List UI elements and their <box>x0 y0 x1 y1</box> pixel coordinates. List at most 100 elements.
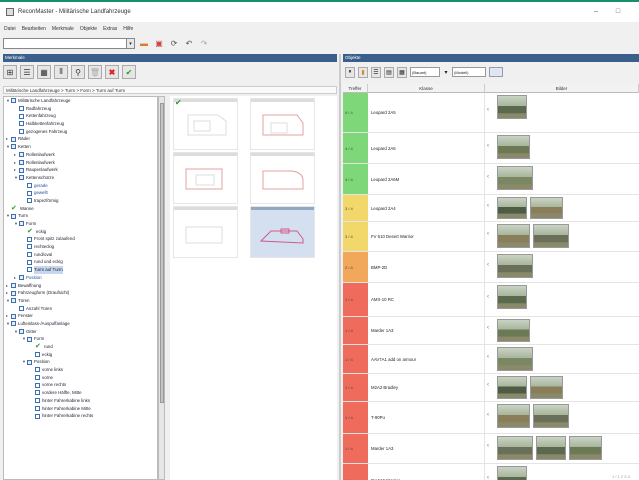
tree-item[interactable]: gerade <box>4 182 157 190</box>
menu-merkmale[interactable]: Merkmale <box>52 26 74 32</box>
vehicle-photo[interactable] <box>497 95 527 119</box>
grid-view-icon[interactable]: ▦ <box>37 65 51 79</box>
tree-item[interactable]: ▸ Position <box>4 274 157 282</box>
table-row[interactable]: 1 / 4 AMX-10 RC ‹ <box>343 283 639 317</box>
table-row[interactable]: 1 / 4 Marder 1A3 ‹ <box>343 434 639 464</box>
tree-item[interactable]: ▼ Türen <box>4 297 157 305</box>
table-icon[interactable]: ▦ <box>397 66 407 78</box>
column-treffer[interactable]: Treffer <box>343 84 368 93</box>
tree-item[interactable]: Turm auf Turm <box>4 266 157 274</box>
list-view-icon[interactable]: ☰ <box>20 65 34 79</box>
table-row[interactable]: 1 / 4FV 510 Warrior‹ <box>343 464 639 480</box>
vehicle-photo[interactable] <box>530 376 563 399</box>
chevron-left-icon[interactable]: ‹ <box>487 443 489 449</box>
filter-icon[interactable]: ▮ <box>358 66 368 78</box>
tree-item[interactable]: ▸ Räder <box>4 135 157 143</box>
vehicle-photo[interactable] <box>536 436 566 460</box>
chevron-left-icon[interactable]: ‹ <box>487 174 489 180</box>
undo-icon[interactable]: ↶ <box>183 37 195 49</box>
table-row[interactable]: 3 / 4 FV 510 Desert Warrior ‹ <box>343 222 639 252</box>
tree-item[interactable]: ▼ Position <box>4 358 157 366</box>
tree-item[interactable]: ▸ Rollenlaufwerk <box>4 159 157 167</box>
modell-select[interactable]: (Modell) <box>452 67 486 77</box>
chevron-down-icon[interactable]: ▾ <box>443 67 449 78</box>
tree-item[interactable]: rund und eckig <box>4 258 157 266</box>
shape-option[interactable] <box>250 206 315 258</box>
tree-item[interactable]: ▼ Kettenschürze <box>4 174 157 182</box>
table-row[interactable]: 3 / 4 Leopard 2A4 ‹ <box>343 195 639 222</box>
binoculars-icon[interactable]: ⚲ <box>71 65 85 79</box>
minimize-button[interactable]: – <box>590 8 602 16</box>
vehicle-photo[interactable] <box>530 197 563 219</box>
table-row[interactable]: 1 / 4 T-90Pu ‹ <box>343 402 639 434</box>
maximize-button[interactable]: □ <box>612 8 624 16</box>
refresh-icon[interactable]: ⟳ <box>168 37 180 49</box>
search-combo[interactable] <box>3 37 127 49</box>
vehicle-photo[interactable] <box>497 197 527 219</box>
tree-item[interactable]: ▼ Turm <box>4 212 157 220</box>
tree-item[interactable]: ✔ rund <box>4 343 157 351</box>
tree-item[interactable]: ▸ Raupenlaufwerk <box>4 166 157 174</box>
tree-item[interactable]: rund/oval <box>4 251 157 259</box>
tree-item[interactable]: ▸ Bewaffnung <box>4 282 157 290</box>
tree-item[interactable]: vordere Hälfte, Mitte <box>4 389 157 397</box>
tree-item[interactable]: Halbkettenfahrzeug <box>4 120 157 128</box>
vehicle-photo[interactable] <box>497 319 530 342</box>
shape-option[interactable]: ✔ <box>173 98 238 150</box>
tree-item[interactable]: ▼ Gitter <box>4 328 157 336</box>
shape-option[interactable] <box>250 152 315 204</box>
vehicle-photo[interactable] <box>497 285 527 309</box>
table-row[interactable]: 1 / 4 Marder 1A3 ‹ <box>343 317 639 345</box>
chevron-left-icon[interactable]: ‹ <box>487 294 489 300</box>
vehicle-photo[interactable] <box>533 224 569 248</box>
vehicle-photo[interactable] <box>497 436 533 460</box>
panel-splitter[interactable] <box>339 54 341 480</box>
tree-item[interactable]: Radfahrzeug <box>4 105 157 113</box>
list-icon[interactable]: ☰ <box>371 66 381 78</box>
vehicle-photo[interactable] <box>497 376 527 399</box>
tree-scrollbar[interactable] <box>158 96 165 480</box>
chevron-left-icon[interactable]: ‹ <box>487 412 489 418</box>
shape-option[interactable] <box>173 206 238 258</box>
table-row[interactable]: 2 / 4 BMP-2D ‹ <box>343 252 639 283</box>
shape-option[interactable] <box>173 152 238 204</box>
tree-item[interactable]: hinter Fahrerkabine rechts <box>4 412 157 420</box>
tree-item[interactable]: Front spitz zulaufend <box>4 235 157 243</box>
chevron-down-icon[interactable]: ▾ <box>127 37 135 49</box>
chevron-left-icon[interactable]: ‹ <box>487 325 489 331</box>
tree-item[interactable]: ▸ Fenster <box>4 312 157 320</box>
trash-icon[interactable]: 🗑 <box>88 65 102 79</box>
tree-item[interactable]: ▼ Lufteinlass-/Auspuffanlage <box>4 320 157 328</box>
tag-icon[interactable]: ⏸ <box>345 66 355 78</box>
menu-extras[interactable]: Extras <box>103 26 117 32</box>
table-row[interactable]: 1 / 4 M2A2 Bradley ‹ <box>343 374 639 402</box>
image-icon[interactable]: ▣ <box>153 37 165 49</box>
color-swatch[interactable] <box>489 67 503 77</box>
table-row[interactable]: 4 / 4 Leopard 2A6 ‹ <box>343 133 639 164</box>
tree-item[interactable]: ▼ Form <box>4 335 157 343</box>
chevron-left-icon[interactable]: ‹ <box>487 143 489 149</box>
shape-option[interactable] <box>250 98 315 150</box>
vehicle-photo[interactable] <box>497 347 533 371</box>
chevron-left-icon[interactable]: ‹ <box>487 203 489 209</box>
tree-item[interactable]: ✔ eckig <box>4 228 157 236</box>
menu-datei[interactable]: Datei <box>4 26 16 32</box>
flag-icon[interactable]: ▬ <box>138 37 150 49</box>
check-icon[interactable]: ✔ <box>122 65 136 79</box>
tree-item[interactable]: gewellt <box>4 189 157 197</box>
feature-tree[interactable]: ▼ Militärische Landfahrzeuge Radfahrzeug Ke… <box>3 96 158 480</box>
tree-item[interactable]: vorne links <box>4 366 157 374</box>
vehicle-photo[interactable] <box>497 224 530 248</box>
tree-item[interactable]: rechteckig <box>4 243 157 251</box>
chevron-left-icon[interactable]: ‹ <box>487 354 489 360</box>
chevron-left-icon[interactable]: ‹ <box>487 475 489 480</box>
tree-item[interactable]: ▸ Rollenlaufwerk <box>4 151 157 159</box>
vehicle-photo[interactable] <box>497 135 530 159</box>
vehicle-photo[interactable] <box>497 466 527 480</box>
redo-icon[interactable]: ↷ <box>198 37 210 49</box>
bauart-select[interactable]: (Bauart) <box>410 67 440 77</box>
column-bilder[interactable]: Bilder <box>485 84 639 93</box>
tree-item[interactable]: trapezförmig <box>4 197 157 205</box>
tree-item[interactable]: gezogenes Fahrzeug <box>4 128 157 136</box>
menu-hilfe[interactable]: Hilfe <box>123 26 133 32</box>
